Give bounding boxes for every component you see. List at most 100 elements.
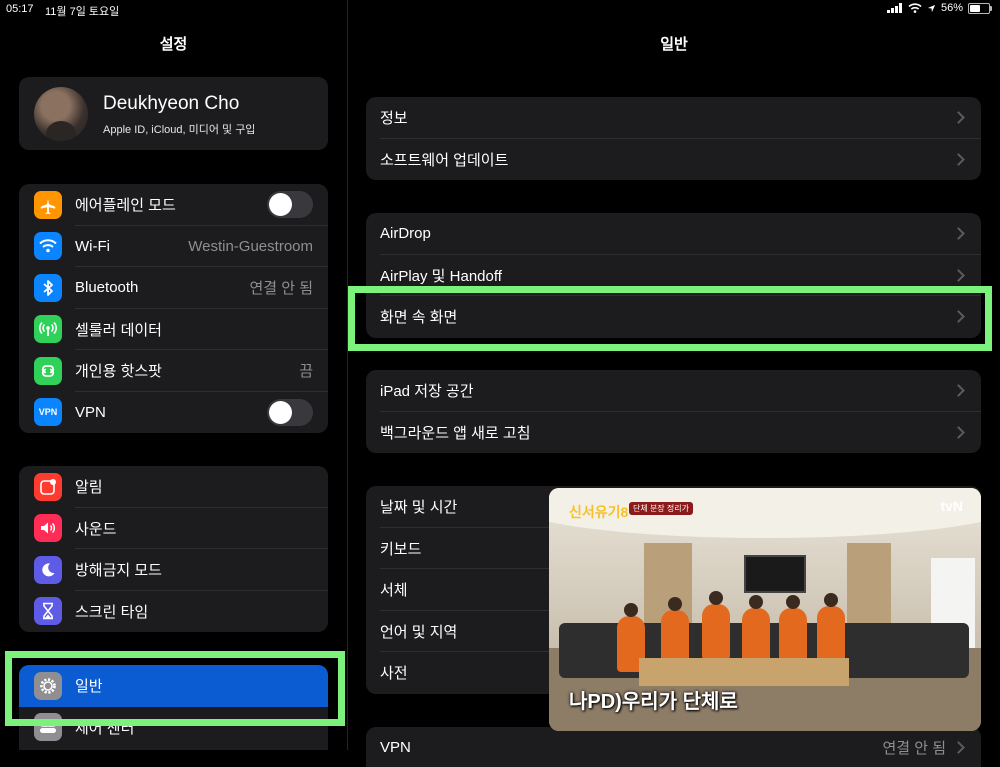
airplane-icon xyxy=(34,190,62,219)
detail-title: 일반 xyxy=(660,36,688,53)
show-logo: 신서유기8 xyxy=(569,504,629,520)
general-group: 일반 제어 센터 xyxy=(19,665,328,750)
detail-item-background-app-refresh[interactable]: 백그라운드 앱 새로 고침 xyxy=(366,412,981,454)
sidebar-item-label: 개인용 핫스팟 xyxy=(75,363,162,381)
hotspot-icon xyxy=(34,356,62,385)
detail-item-ipad-storage[interactable]: iPad 저장 공간 xyxy=(366,370,981,412)
profile-name: Deukhyeon Cho xyxy=(103,93,240,114)
detail-item-label: iPad 저장 공간 xyxy=(380,383,474,401)
chevron-right-icon xyxy=(952,268,965,282)
sidebar-item-label: VPN xyxy=(75,403,106,421)
wifi-network-name: Westin-Guestroom xyxy=(188,237,313,255)
sidebar-item-vpn[interactable]: VPN VPN xyxy=(19,392,328,434)
chevron-right-icon xyxy=(952,741,965,755)
sidebar-item-wifi[interactable]: Wi-Fi Westin-Guestroom xyxy=(19,226,328,267)
status-date: 11월 7일 토요일 xyxy=(45,6,120,18)
detail-item-about[interactable]: 정보 xyxy=(366,97,981,139)
video-caption: 나PD)우리가 단체로 xyxy=(569,691,738,713)
connectivity-group: 에어플레인 모드 Wi-Fi Westin-Guestroom Bluetoot… xyxy=(19,184,328,433)
video-person xyxy=(817,593,845,662)
detail-item-vpn[interactable]: VPN 연결 안 됨 xyxy=(366,727,981,767)
vpn-icon-text: VPN xyxy=(38,407,58,418)
cellular-icon xyxy=(34,315,62,344)
airplane-mode-toggle[interactable] xyxy=(267,191,313,219)
vpn-icon: VPN xyxy=(34,398,62,427)
profile-subtitle: Apple ID, iCloud, 미디어 및 구입 xyxy=(103,124,256,136)
video-frame xyxy=(744,555,806,593)
wifi-icon xyxy=(34,232,62,261)
wifi-status-icon xyxy=(908,3,922,13)
vpn-status: 연결 안 됨 xyxy=(882,740,946,758)
picture-in-picture-window[interactable]: 신서유기8 단체 분장 정리가 tvN 나PD)우리가 단체로 xyxy=(549,488,981,731)
video-person xyxy=(702,591,730,660)
show-tag: 단체 분장 정리가 xyxy=(629,502,693,515)
sidebar-item-label: Wi-Fi xyxy=(75,237,110,255)
sidebar-item-label: 일반 xyxy=(75,678,103,696)
battery-icon xyxy=(968,2,992,14)
hourglass-icon xyxy=(34,597,62,626)
status-time: 05:17 xyxy=(6,3,34,15)
sidebar-item-control-center[interactable]: 제어 센터 xyxy=(19,707,328,749)
detail-item-label: AirDrop xyxy=(380,225,431,243)
detail-item-picture-in-picture[interactable]: 화면 속 화면 xyxy=(366,296,981,338)
sidebar-item-hotspot[interactable]: 개인용 핫스팟 끔 xyxy=(19,350,328,392)
apple-id-profile[interactable]: Deukhyeon Cho Apple ID, iCloud, 미디어 및 구입 xyxy=(19,77,328,150)
bluetooth-icon xyxy=(34,273,62,302)
detail-item-software-update[interactable]: 소프트웨어 업데이트 xyxy=(366,139,981,181)
toggle-knob xyxy=(269,400,292,424)
sound-icon xyxy=(34,514,62,543)
detail-item-label: 소프트웨어 업데이트 xyxy=(380,151,509,169)
detail-item-airplay-handoff[interactable]: AirPlay 및 Handoff xyxy=(366,255,981,296)
channel-logo: tvN xyxy=(940,498,963,514)
sidebar-item-label: 방해금지 모드 xyxy=(75,562,162,580)
bluetooth-status: 연결 안 됨 xyxy=(249,280,313,298)
detail-item-label: VPN xyxy=(380,739,411,757)
sidebar-item-notifications[interactable]: 알림 xyxy=(19,466,328,508)
sidebar-item-general[interactable]: 일반 xyxy=(19,665,328,707)
sidebar-item-sound[interactable]: 사운드 xyxy=(19,508,328,549)
status-indicators: 56% xyxy=(886,2,992,14)
sidebar-item-screen-time[interactable]: 스크린 타임 xyxy=(19,591,328,633)
sidebar-item-label: 에어플레인 모드 xyxy=(75,197,176,215)
sidebar-item-label: Bluetooth xyxy=(75,279,139,297)
detail-item-label: AirPlay 및 Handoff xyxy=(380,267,502,285)
sidebar-item-label: 제어 센터 xyxy=(75,719,135,737)
notifications-icon xyxy=(34,472,62,501)
sidebar-item-do-not-disturb[interactable]: 방해금지 모드 xyxy=(19,549,328,591)
sidebar-item-label: 셀룰러 데이터 xyxy=(75,321,162,339)
sidebar-item-cellular[interactable]: 셀룰러 데이터 xyxy=(19,309,328,350)
detail-item-label: 정보 xyxy=(380,110,408,128)
detail-item-label: 화면 속 화면 xyxy=(380,309,458,327)
detail-item-label: 백그라운드 앱 새로 고침 xyxy=(380,424,531,442)
toggle-knob xyxy=(269,193,292,217)
video-person xyxy=(779,595,807,664)
chevron-right-icon xyxy=(952,227,965,241)
notifications-group: 알림 사운드 방해금지 모드 스크린 타임 xyxy=(19,466,328,632)
chevron-right-icon xyxy=(952,425,965,439)
storage-group: iPad 저장 공간 백그라운드 앱 새로 고침 xyxy=(366,370,981,453)
sidebar: 설정 Deukhyeon Cho Apple ID, iCloud, 미디어 및… xyxy=(0,0,347,750)
hotspot-status: 끔 xyxy=(299,363,313,381)
chevron-right-icon xyxy=(952,384,965,398)
chevron-right-icon xyxy=(952,152,965,166)
vpn-group: VPN 연결 안 됨 xyxy=(366,727,981,767)
moon-icon xyxy=(34,555,62,584)
vpn-toggle[interactable] xyxy=(267,398,313,426)
status-bar: 05:17 11월 7일 토요일 56% xyxy=(0,0,1000,20)
control-center-icon xyxy=(34,713,62,742)
location-icon xyxy=(927,4,936,12)
detail-item-airdrop[interactable]: AirDrop xyxy=(366,213,981,255)
sidebar-item-label: 스크린 타임 xyxy=(75,603,149,621)
sidebar-item-bluetooth[interactable]: Bluetooth 연결 안 됨 xyxy=(19,267,328,309)
video-frame xyxy=(639,658,849,686)
chevron-right-icon xyxy=(952,111,965,125)
sidebar-title: 설정 xyxy=(159,36,188,53)
airdrop-group: AirDrop AirPlay 및 Handoff 화면 속 화면 xyxy=(366,213,981,338)
sidebar-item-airplane-mode[interactable]: 에어플레인 모드 xyxy=(19,184,328,226)
battery-percent: 56% xyxy=(940,2,963,14)
sidebar-item-label: 알림 xyxy=(75,479,103,497)
battery-fill xyxy=(970,4,980,12)
sidebar-item-label: 사운드 xyxy=(75,520,117,538)
signal-icon xyxy=(886,3,902,13)
avatar xyxy=(34,87,88,141)
